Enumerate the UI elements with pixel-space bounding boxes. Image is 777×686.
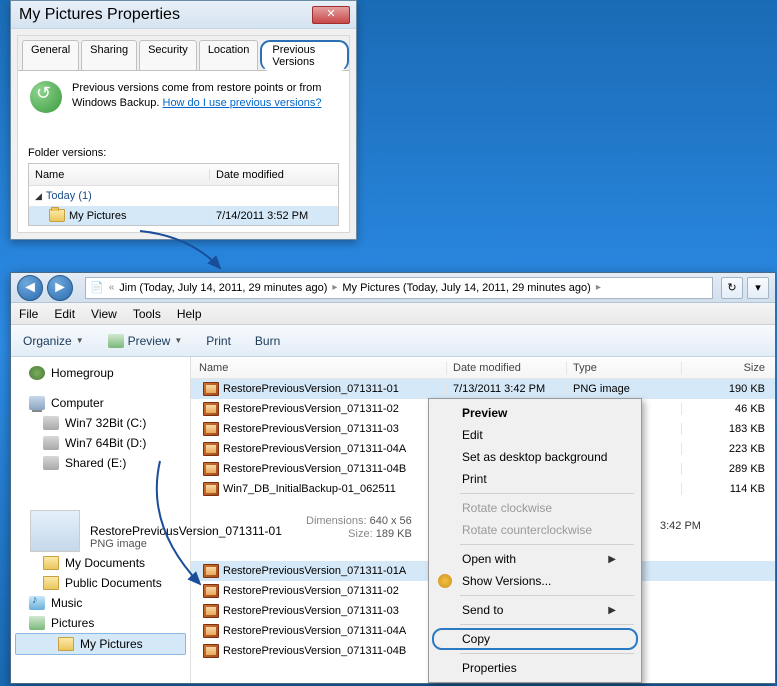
pictures-icon xyxy=(29,616,45,630)
details-thumbnail xyxy=(30,510,80,552)
sidebar-drive-c[interactable]: Win7 32Bit (C:) xyxy=(11,413,190,433)
info-text: Previous versions come from restore poin… xyxy=(72,81,321,113)
png-icon xyxy=(203,604,219,618)
column-name[interactable]: Name xyxy=(29,169,209,181)
computer-icon xyxy=(29,396,45,410)
menu-tools[interactable]: Tools xyxy=(133,307,161,321)
ctx-copy[interactable]: Copy xyxy=(432,628,638,650)
collapse-icon: ◢ xyxy=(35,191,42,202)
burn-button[interactable]: Burn xyxy=(251,332,284,350)
submenu-arrow-icon: ▶ xyxy=(608,554,616,565)
properties-dialog: My Pictures Properties ✕ General Sharing… xyxy=(10,0,357,240)
header-date[interactable]: Date modified xyxy=(446,362,566,374)
sidebar-my-pictures[interactable]: My Pictures xyxy=(15,633,186,655)
folder-icon xyxy=(43,576,59,590)
tab-general[interactable]: General xyxy=(22,40,79,70)
menu-bar: File Edit View Tools Help xyxy=(11,303,775,325)
breadcrumb-part[interactable]: My Pictures (Today, July 14, 2011, 29 mi… xyxy=(342,282,590,294)
ctx-rotate-cw: Rotate clockwise xyxy=(432,497,638,519)
music-icon xyxy=(29,596,45,610)
properties-titlebar[interactable]: My Pictures Properties ✕ xyxy=(11,1,356,29)
restore-icon xyxy=(30,81,62,113)
sidebar-drive-d[interactable]: Win7 64Bit (D:) xyxy=(11,433,190,453)
dropdown-button[interactable]: ▾ xyxy=(747,277,769,299)
details-date-fragment: 3:42 PM xyxy=(660,520,701,532)
sidebar-music[interactable]: Music xyxy=(11,593,190,613)
drive-icon xyxy=(43,456,59,470)
details-meta: Dimensions: 640 x 56 Size: 189 KB xyxy=(306,514,412,668)
file-row[interactable]: RestorePreviousVersion_071311-01 7/13/20… xyxy=(191,379,775,399)
header-size[interactable]: Size xyxy=(681,362,775,374)
header-name[interactable]: Name xyxy=(191,362,446,374)
png-icon xyxy=(203,482,219,496)
tab-previous-versions[interactable]: Previous Versions xyxy=(260,40,349,71)
tab-sharing[interactable]: Sharing xyxy=(81,40,137,70)
folder-versions-label: Folder versions: xyxy=(28,147,349,159)
png-icon xyxy=(203,442,219,456)
sidebar-pictures[interactable]: Pictures xyxy=(11,613,190,633)
ctx-send-to[interactable]: Send to▶ xyxy=(432,599,638,621)
menu-edit[interactable]: Edit xyxy=(54,307,75,321)
sidebar-drive-e[interactable]: Shared (E:) xyxy=(11,453,190,473)
help-link[interactable]: How do I use previous versions? xyxy=(163,97,322,109)
ctx-show-versions[interactable]: Show Versions... xyxy=(432,570,638,592)
sidebar-homegroup[interactable]: Homegroup xyxy=(11,363,190,383)
preview-icon xyxy=(108,334,124,348)
header-type[interactable]: Type xyxy=(566,362,681,374)
print-button[interactable]: Print xyxy=(202,332,235,350)
column-headers: Name Date modified Type Size xyxy=(191,357,775,379)
breadcrumb-part[interactable]: Jim (Today, July 14, 2011, 29 minutes ag… xyxy=(119,282,327,294)
folder-versions-list: Name Date modified ◢ Today (1) My Pictur… xyxy=(28,163,339,226)
png-icon xyxy=(203,564,219,578)
drive-icon xyxy=(43,436,59,450)
details-filetype: PNG image xyxy=(90,538,282,550)
details-filename: RestorePreviousVersion_071311-01 xyxy=(90,524,282,538)
version-row[interactable]: My Pictures 7/14/2011 3:52 PM xyxy=(29,206,338,225)
history-icon[interactable]: 📄 xyxy=(90,281,104,294)
tab-strip: General Sharing Security Location Previo… xyxy=(18,36,349,71)
drive-icon xyxy=(43,416,59,430)
toolbar: Organize▼ Preview▼ Print Burn xyxy=(11,325,775,357)
organize-button[interactable]: Organize▼ xyxy=(19,332,88,350)
png-icon xyxy=(203,584,219,598)
forward-button[interactable]: ► xyxy=(47,275,73,301)
png-icon xyxy=(203,422,219,436)
png-icon xyxy=(203,624,219,638)
folder-icon xyxy=(49,209,65,222)
ctx-edit[interactable]: Edit xyxy=(432,424,638,446)
png-icon xyxy=(203,644,219,658)
column-date[interactable]: Date modified xyxy=(209,169,338,181)
ctx-set-background[interactable]: Set as desktop background xyxy=(432,446,638,468)
ctx-print[interactable]: Print xyxy=(432,468,638,490)
menu-help[interactable]: Help xyxy=(177,307,202,321)
group-today[interactable]: ◢ Today (1) xyxy=(29,186,338,206)
preview-button[interactable]: Preview▼ xyxy=(104,332,187,350)
close-button[interactable]: ✕ xyxy=(312,6,350,24)
menu-file[interactable]: File xyxy=(19,307,38,321)
tab-location[interactable]: Location xyxy=(199,40,259,70)
submenu-arrow-icon: ▶ xyxy=(608,605,616,616)
homegroup-icon xyxy=(29,366,45,380)
address-bar[interactable]: 📄 « Jim (Today, July 14, 2011, 29 minute… xyxy=(85,277,713,299)
menu-view[interactable]: View xyxy=(91,307,117,321)
ctx-preview[interactable]: Preview xyxy=(432,402,638,424)
sidebar-public-documents[interactable]: Public Documents xyxy=(11,573,190,593)
refresh-button[interactable]: ↻ xyxy=(721,277,743,299)
properties-title: My Pictures Properties xyxy=(19,6,180,24)
tab-security[interactable]: Security xyxy=(139,40,197,70)
ctx-open-with[interactable]: Open with▶ xyxy=(432,548,638,570)
explorer-nav-bar: ◄ ► 📄 « Jim (Today, July 14, 2011, 29 mi… xyxy=(11,273,775,303)
ctx-properties[interactable]: Properties xyxy=(432,657,638,679)
png-icon xyxy=(203,382,219,396)
ctx-rotate-ccw: Rotate counterclockwise xyxy=(432,519,638,541)
png-icon xyxy=(203,462,219,476)
back-button[interactable]: ◄ xyxy=(17,275,43,301)
sidebar-computer[interactable]: Computer xyxy=(11,393,190,413)
png-icon xyxy=(203,402,219,416)
context-menu: Preview Edit Set as desktop background P… xyxy=(428,398,642,683)
versions-icon xyxy=(438,574,452,588)
folder-icon xyxy=(58,637,74,651)
